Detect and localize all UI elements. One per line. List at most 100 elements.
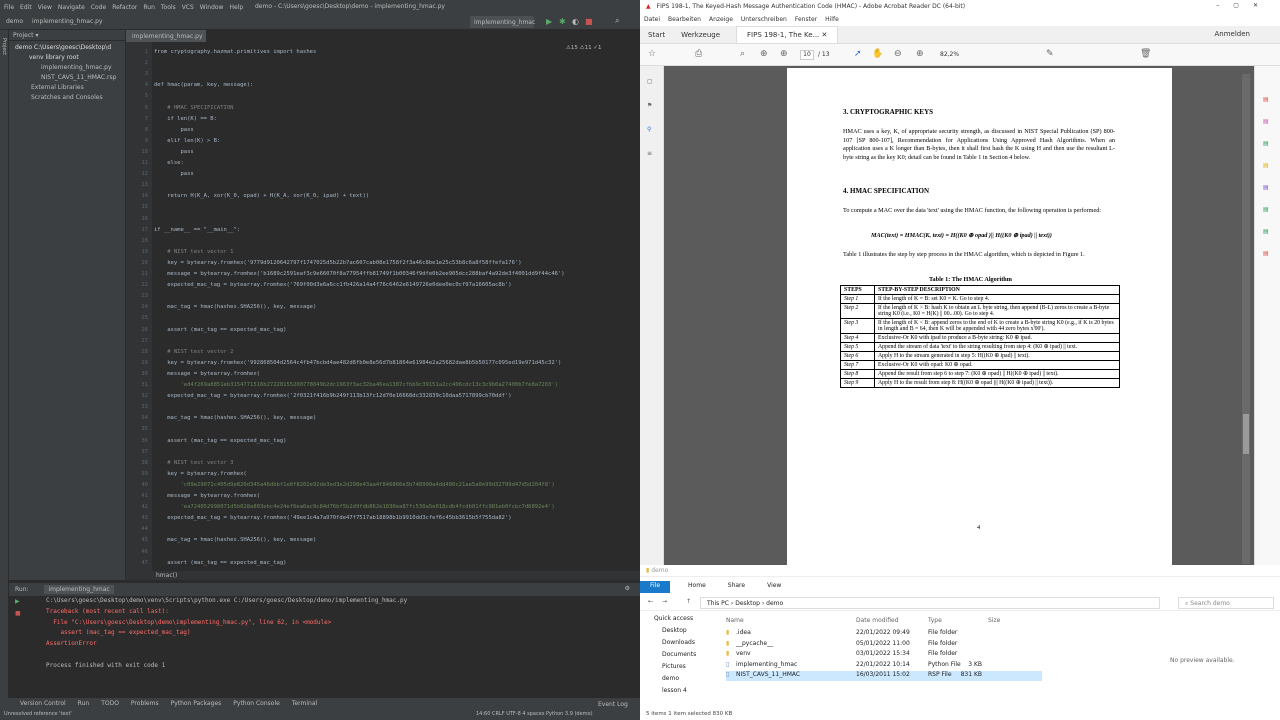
file-row[interactable]: ▮ .idea 22/01/2022 09:49 File folder — [726, 629, 1042, 639]
export-pdf-icon[interactable]: ▤ — [1263, 96, 1269, 103]
tab-tools[interactable]: Werkzeuge — [681, 31, 720, 39]
print-icon[interactable]: ⎙ — [695, 49, 702, 59]
zoom-in-icon[interactable]: ⊕ — [916, 49, 924, 59]
editor-tab[interactable]: implementing_hmac.py — [126, 30, 206, 42]
code-line[interactable]: 'ed4f269a8851eb3154771516b27228155200778… — [154, 380, 638, 391]
comment-tool-icon[interactable]: ▤ — [1263, 162, 1269, 169]
run-config-select[interactable]: implementing_hmac — [470, 16, 535, 28]
prev-page-icon[interactable]: ⊕ — [760, 49, 768, 59]
code-line[interactable]: else: — [154, 158, 638, 169]
column-type[interactable]: Type — [928, 617, 942, 624]
pdf-viewport[interactable]: 3. CRYPTOGRAPHIC KEYS HMAC uses a key, K… — [664, 66, 1254, 565]
ide-menu-view[interactable]: View — [38, 4, 52, 11]
select-tool-icon[interactable]: ➚ — [854, 49, 862, 59]
bottom-tab-version-control[interactable]: Version Control — [20, 700, 66, 707]
pdf-scrollbar-thumb[interactable] — [1243, 414, 1249, 454]
bottom-tab-terminal[interactable]: Terminal — [292, 700, 317, 707]
code-line[interactable] — [154, 313, 638, 324]
code-line[interactable]: pass — [154, 147, 638, 158]
zoom-out-icon[interactable]: ⊖ — [894, 49, 902, 59]
code-line[interactable] — [154, 202, 638, 213]
code-line[interactable]: if __name__ == "__main__": — [154, 225, 638, 236]
hand-tool-icon[interactable]: ✋ — [872, 49, 883, 59]
code-line[interactable] — [154, 402, 638, 413]
code-line[interactable]: assert (mac_tag == expected_mac_tag) — [154, 325, 638, 336]
acrobat-menu-fenster[interactable]: Fenster — [795, 16, 817, 24]
code-line[interactable] — [154, 91, 638, 102]
nav-item-desktop[interactable]: Desktop — [662, 627, 687, 634]
nav-item-downloads[interactable]: Downloads — [662, 639, 695, 646]
ide-menu-navigate[interactable]: Navigate — [58, 4, 85, 11]
bottom-tab-problems[interactable]: Problems — [131, 700, 159, 707]
code-line[interactable] — [154, 58, 638, 69]
code-line[interactable]: message = bytearray.fromhex('b1689c2591e… — [154, 269, 638, 280]
acrobat-menu-unterschreiben[interactable]: Unterschreiben — [741, 16, 787, 24]
breadcrumb-root[interactable]: demo — [6, 18, 23, 25]
file-row[interactable]: ▯ NIST_CAVS_11_HMAC 16/03/2011 15:02 RSP Fi… — [726, 671, 1042, 682]
code-line[interactable] — [154, 447, 638, 458]
protect-icon[interactable]: ▤ — [1263, 250, 1269, 257]
back-arrow-icon[interactable]: ← — [648, 598, 653, 605]
nav-item-quick-access[interactable]: Quick access — [654, 615, 693, 622]
ide-menu-edit[interactable]: Edit — [20, 4, 32, 11]
coverage-icon[interactable]: ◐ — [572, 17, 579, 26]
ide-menu-file[interactable]: File — [4, 4, 14, 11]
stop-icon[interactable]: ■ — [585, 17, 593, 26]
ide-menu-run[interactable]: Run — [143, 4, 155, 11]
column-name[interactable]: Name — [726, 617, 744, 624]
code-line[interactable] — [154, 214, 638, 225]
code-line[interactable]: mac_tag = hmac(hashes.SHA256(), key, mes… — [154, 413, 638, 424]
code-line[interactable] — [154, 291, 638, 302]
tree-item-external-libraries[interactable]: External Libraries — [31, 83, 84, 93]
column-size[interactable]: Size — [988, 617, 1000, 624]
search-icon[interactable]: ⌕ — [615, 16, 619, 26]
comment-icon[interactable]: ✎ — [1046, 49, 1054, 59]
layers-icon[interactable]: ≡ — [647, 150, 652, 157]
code-line[interactable]: message = bytearray.fromhex( — [154, 491, 638, 502]
tree-item-demo[interactable]: demo C:\Users\goesc\Desktop\d — [15, 43, 111, 53]
ide-menu-window[interactable]: Window — [200, 4, 224, 11]
search-box[interactable]: ⌕ Search demo — [1178, 597, 1274, 609]
ide-menu-help[interactable]: Help — [229, 4, 243, 11]
acrobat-menu-bearbeiten[interactable]: Bearbeiten — [668, 16, 701, 24]
run-tab-label[interactable]: Run: — [15, 586, 29, 593]
code-line[interactable]: 'ea724052998071d5b028a803ebc4e24ef6ea0ac… — [154, 502, 638, 513]
nav-item-documents[interactable]: Documents — [662, 651, 696, 658]
code-line[interactable]: from cryptography.hazmat.primitives impo… — [154, 47, 638, 58]
zoom-level[interactable]: 82,2% — [940, 51, 959, 58]
tab-document[interactable]: FIPS 198-1, The Ke... ✕ — [736, 25, 839, 44]
code-line[interactable]: elif len(K) > B: — [154, 136, 638, 147]
code-line[interactable]: def hmac(param, key, message): — [154, 80, 638, 91]
code-line[interactable]: key = bytearray.fromhex( — [154, 469, 638, 480]
ide-menu-vcs[interactable]: VCS — [182, 4, 194, 11]
stop-run-icon[interactable]: ■ — [15, 610, 21, 617]
code-line[interactable]: expected_mac_tag = bytearray.fromhex('49… — [154, 513, 638, 524]
code-line[interactable]: key = bytearray.fromhex('992868504d2564c… — [154, 358, 638, 369]
code-line[interactable]: assert (mac_tag == expected_mac_tag) — [154, 558, 638, 569]
nav-item-pictures[interactable]: Pictures — [662, 663, 686, 670]
code-line[interactable]: # NIST test vector 3 — [154, 458, 638, 469]
code-line[interactable] — [154, 236, 638, 247]
next-page-icon[interactable]: ⊕ — [780, 49, 788, 59]
code-line[interactable] — [154, 180, 638, 191]
path-this-pc[interactable]: This PC — [707, 600, 729, 607]
run-config-tab[interactable]: implementing_hmac — [44, 585, 114, 594]
nav-item-lesson-4[interactable]: lesson 4 — [662, 687, 687, 694]
project-panel-title[interactable]: Project — [13, 32, 34, 39]
acrobat-menu-datei[interactable]: Datei — [644, 16, 660, 24]
address-bar[interactable]: This PC › Desktop › demo — [700, 597, 1160, 609]
rerun-icon[interactable]: ▶ — [15, 598, 20, 605]
organize-icon[interactable]: ▤ — [1263, 206, 1269, 213]
code-line[interactable] — [154, 424, 638, 435]
tree-item-implementing-hmac[interactable]: implementing_hmac.py — [41, 63, 112, 73]
path-desktop[interactable]: Desktop — [735, 600, 760, 607]
ide-menu-code[interactable]: Code — [91, 4, 106, 11]
ribbon-tab-view[interactable]: View — [763, 581, 785, 593]
create-pdf-icon[interactable]: ▤ — [1263, 140, 1269, 147]
ribbon-tab-share[interactable]: Share — [724, 581, 749, 593]
page-number-input[interactable]: 10 — [800, 50, 814, 60]
bottom-tab-run[interactable]: Run — [78, 700, 90, 707]
run-icon[interactable]: ▶ — [546, 17, 552, 26]
attachment-icon[interactable]: ⚲ — [647, 126, 651, 133]
acrobat-menu-anzeige[interactable]: Anzeige — [709, 16, 733, 24]
